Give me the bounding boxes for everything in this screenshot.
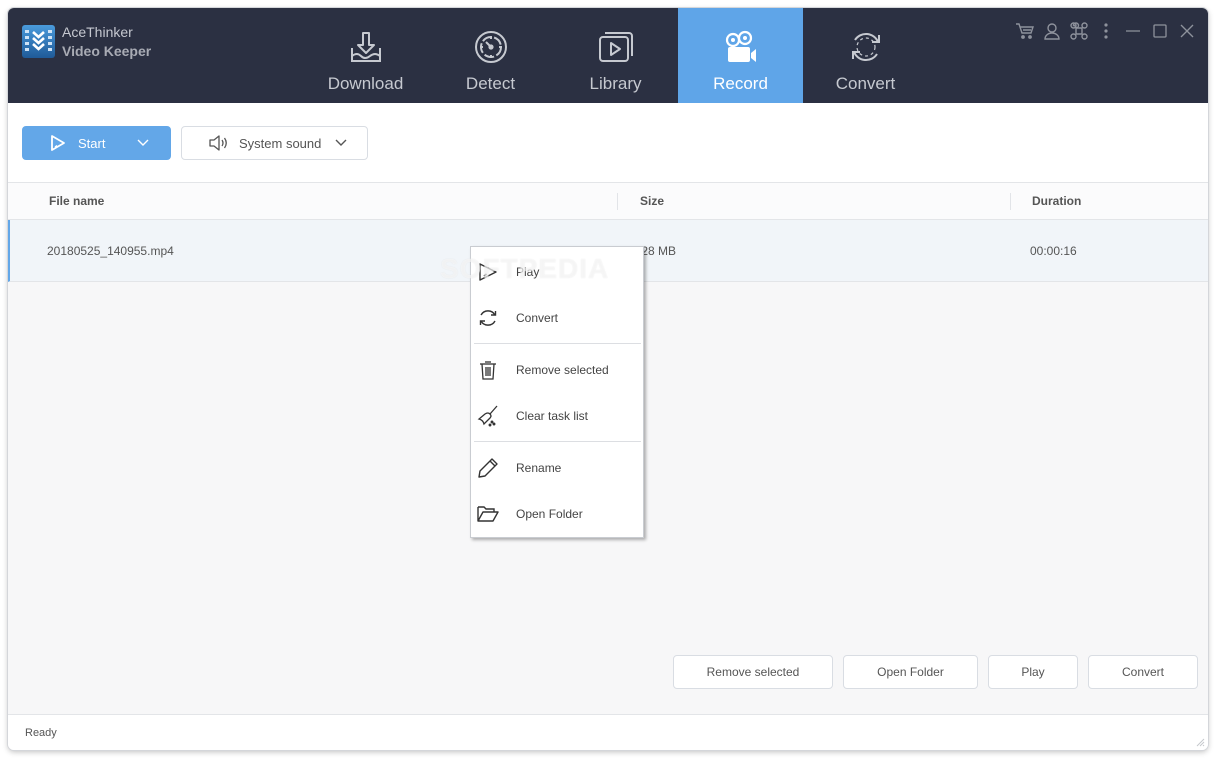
cart-button[interactable]: [1011, 20, 1038, 42]
more-menu-button[interactable]: [1092, 20, 1119, 42]
nav-label: Convert: [835, 74, 896, 93]
open-folder-button[interactable]: Open Folder: [843, 655, 978, 689]
play-button[interactable]: Play: [988, 655, 1078, 689]
context-menu-label: Convert: [516, 311, 559, 325]
status-bar: Ready: [8, 714, 1208, 750]
nav-label: Download: [327, 74, 404, 93]
cart-icon: [1015, 23, 1034, 39]
nav-tab-record[interactable]: Record: [678, 8, 803, 103]
context-menu-label: Play: [516, 265, 540, 279]
close-button[interactable]: [1173, 20, 1200, 42]
minimize-button[interactable]: [1119, 20, 1146, 42]
table-header: File name Size Duration: [8, 183, 1208, 220]
nav-tab-detect[interactable]: Detect: [428, 8, 553, 103]
column-divider[interactable]: [617, 193, 618, 210]
menu-divider: [474, 441, 641, 442]
play-icon: [479, 263, 497, 281]
maximize-icon: [1152, 24, 1167, 38]
context-menu-label: Remove selected: [516, 363, 609, 377]
context-menu-item-remove-selected[interactable]: Remove selected: [471, 347, 643, 393]
pencil-icon: [478, 458, 498, 478]
context-menu-label: Open Folder: [516, 507, 583, 521]
video-camera-icon: [725, 30, 756, 62]
context-menu-item-open-folder[interactable]: Open Folder: [471, 491, 643, 537]
record-toolbar: Start System sound: [8, 103, 1208, 183]
detect-icon: [475, 31, 507, 63]
audio-source-label: System sound: [239, 135, 322, 151]
play-icon: [51, 135, 65, 151]
nav-label: Detect: [465, 74, 516, 93]
column-divider[interactable]: [1010, 193, 1011, 210]
broom-icon: [477, 405, 498, 427]
start-label: Start: [78, 135, 106, 151]
account-button[interactable]: [1038, 20, 1065, 42]
column-header-file-name[interactable]: File name: [49, 183, 104, 220]
features-button[interactable]: [1065, 20, 1092, 42]
context-menu-item-clear-task-list[interactable]: Clear task list: [471, 393, 643, 439]
column-header-duration[interactable]: Duration: [1032, 183, 1081, 220]
maximize-button[interactable]: [1146, 20, 1173, 42]
convert-icon: [479, 310, 497, 326]
resize-grip-icon[interactable]: [1195, 737, 1205, 747]
nav-label: Record: [713, 74, 768, 93]
audio-source-dropdown[interactable]: System sound: [181, 126, 368, 160]
column-header-size[interactable]: Size: [640, 183, 664, 220]
context-menu-item-convert[interactable]: Convert: [471, 295, 643, 341]
context-menu-label: Clear task list: [516, 409, 589, 423]
trash-icon: [480, 361, 496, 380]
library-icon: [599, 32, 633, 62]
chevron-down-icon[interactable]: [137, 139, 149, 147]
brand-line-2: Video Keeper: [62, 43, 152, 59]
download-icon: [351, 32, 381, 62]
command-icon: [1069, 22, 1088, 40]
chevron-down-icon: [335, 139, 347, 146]
context-menu: Play Convert Remove selected Clear task …: [470, 246, 644, 538]
close-icon: [1180, 24, 1193, 38]
user-icon: [1043, 23, 1060, 40]
window-controls: [1011, 20, 1200, 42]
speaker-icon: [209, 135, 227, 151]
folder-icon: [477, 506, 499, 522]
minimize-icon: [1125, 30, 1140, 32]
context-menu-item-play[interactable]: Play: [471, 249, 643, 295]
main-nav: Download Detect Library Record Convert: [303, 8, 928, 103]
nav-tab-convert[interactable]: Convert: [803, 8, 928, 103]
convert-button[interactable]: Convert: [1088, 655, 1198, 689]
header-bar: AceThinker Video Keeper Download Detect …: [8, 8, 1208, 103]
menu-divider: [474, 343, 641, 344]
context-menu-item-rename[interactable]: Rename: [471, 445, 643, 491]
start-record-button[interactable]: Start: [22, 126, 171, 160]
remove-selected-button[interactable]: Remove selected: [673, 655, 833, 689]
status-text: Ready: [25, 727, 57, 739]
duration-cell: 00:00:16: [1030, 244, 1077, 258]
nav-label: Library: [589, 74, 642, 93]
nav-tab-library[interactable]: Library: [553, 8, 678, 103]
more-icon: [1103, 23, 1108, 39]
convert-icon: [852, 33, 880, 61]
brand-line-1: AceThinker: [62, 24, 133, 40]
file-name-cell: 20180525_140955.mp4: [47, 244, 174, 258]
context-menu-label: Rename: [516, 461, 562, 475]
brand-name: AceThinker Video Keeper: [62, 23, 151, 61]
app-logo-icon: [22, 25, 55, 58]
nav-tab-download[interactable]: Download: [303, 8, 428, 103]
